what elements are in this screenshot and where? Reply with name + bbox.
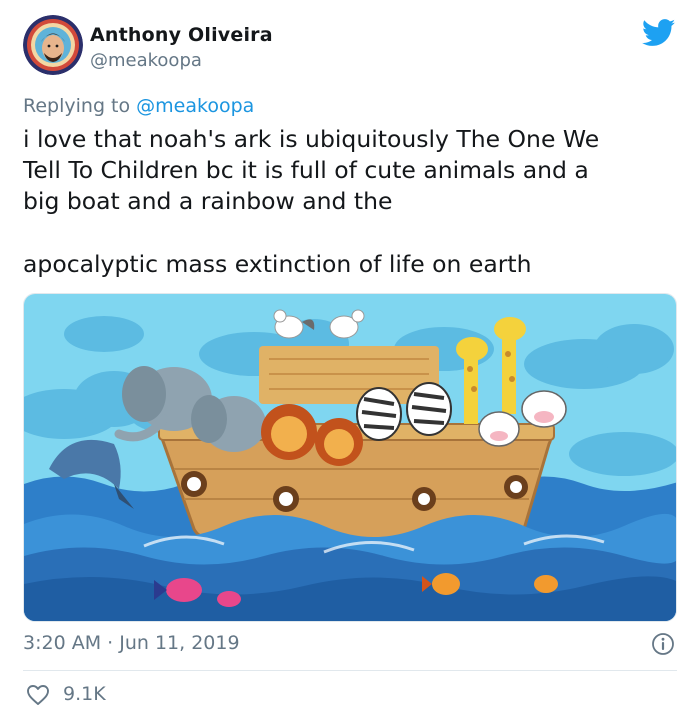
avatar[interactable]	[23, 15, 83, 75]
tweet-text-line: big boat and a rainbow and the	[23, 187, 393, 215]
info-icon[interactable]	[651, 632, 675, 656]
divider	[23, 670, 677, 671]
replying-to: Replying to @meakoopa	[23, 95, 254, 117]
twitter-bird-icon[interactable]	[641, 19, 676, 47]
like-count: 9.1K	[63, 683, 106, 705]
tweet-text-line: i love that noah's ark is ubiquitously T…	[23, 125, 600, 153]
noahs-ark-illustration	[24, 294, 676, 621]
replying-to-prefix: Replying to	[23, 95, 137, 117]
tweet-text-line: apocalyptic mass extinction of life on e…	[23, 250, 532, 278]
tweet-card: Anthony Oliveira @meakoopa Replying to @…	[0, 0, 700, 723]
tweet-media-image[interactable]	[23, 293, 677, 622]
heart-icon[interactable]	[26, 684, 50, 706]
author-handle[interactable]: @meakoopa	[90, 50, 202, 71]
tweet-timestamp[interactable]: 3:20 AM · Jun 11, 2019	[23, 632, 240, 654]
author-name[interactable]: Anthony Oliveira	[90, 24, 273, 46]
tweet-text-line: Tell To Children bc it is full of cute a…	[23, 156, 589, 184]
reply-mention-link[interactable]: @meakoopa	[136, 95, 254, 117]
